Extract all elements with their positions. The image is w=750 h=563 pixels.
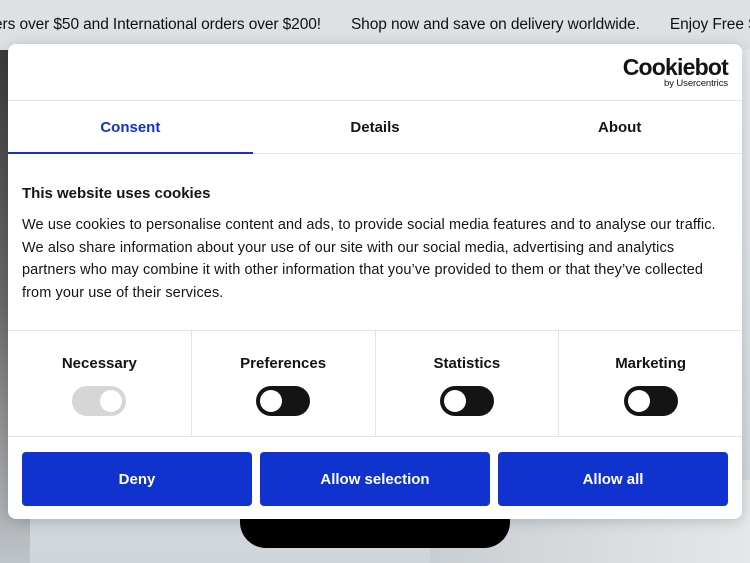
cookiebot-logo: Cookiebot by Usercentrics [622,54,729,89]
toggle-knob [260,390,283,412]
deny-button[interactable]: Deny [22,452,252,506]
category-preferences: Preferences [192,331,376,436]
tab-details[interactable]: Details [253,101,498,153]
toggle-knob [443,390,466,412]
consent-body: This website uses cookies We use cookies… [8,154,742,331]
preferences-toggle[interactable] [256,386,311,416]
tab-about[interactable]: About [497,101,742,153]
dialog-header: Cookiebot by Usercentrics [8,44,742,101]
toggle-knob [627,390,650,412]
announcement-track: ers over $50 and International orders ov… [0,16,750,34]
necessary-toggle [72,386,127,416]
allow-selection-button[interactable]: Allow selection [260,452,490,506]
category-statistics: Statistics [376,331,560,436]
dialog-tabs: Consent Details About [8,101,742,154]
announcement-message: ers over $50 and International orders ov… [0,16,321,33]
category-marketing: Marketing [559,331,742,436]
announcement-message: Enjoy Free Shipp [669,16,750,33]
category-label: Statistics [433,355,501,372]
allow-all-button[interactable]: Allow all [498,452,728,506]
cookie-consent-dialog: Cookiebot by Usercentrics Consent Detail… [8,44,742,519]
logo-wordmark: Cookiebot [622,54,729,80]
cookie-category-toggles: Necessary Preferences Statistics Marketi… [8,331,742,437]
tab-consent[interactable]: Consent [8,101,253,154]
category-necessary: Necessary [8,331,192,436]
consent-title: This website uses cookies [22,185,211,202]
category-label: Necessary [61,355,137,372]
statistics-toggle[interactable] [439,386,494,416]
category-label: Marketing [615,355,687,372]
logo-tagline: by Usercentrics [664,78,728,89]
consent-buttons: Deny Allow selection Allow all [8,437,742,506]
category-label: Preferences [240,355,327,372]
consent-description: We use cookies to personalise content an… [22,217,716,302]
toggle-knob [100,390,123,412]
announcement-bar: ers over $50 and International orders ov… [0,0,750,50]
announcement-message: Shop now and save on delivery worldwide. [350,16,640,33]
marketing-toggle[interactable] [623,386,678,416]
